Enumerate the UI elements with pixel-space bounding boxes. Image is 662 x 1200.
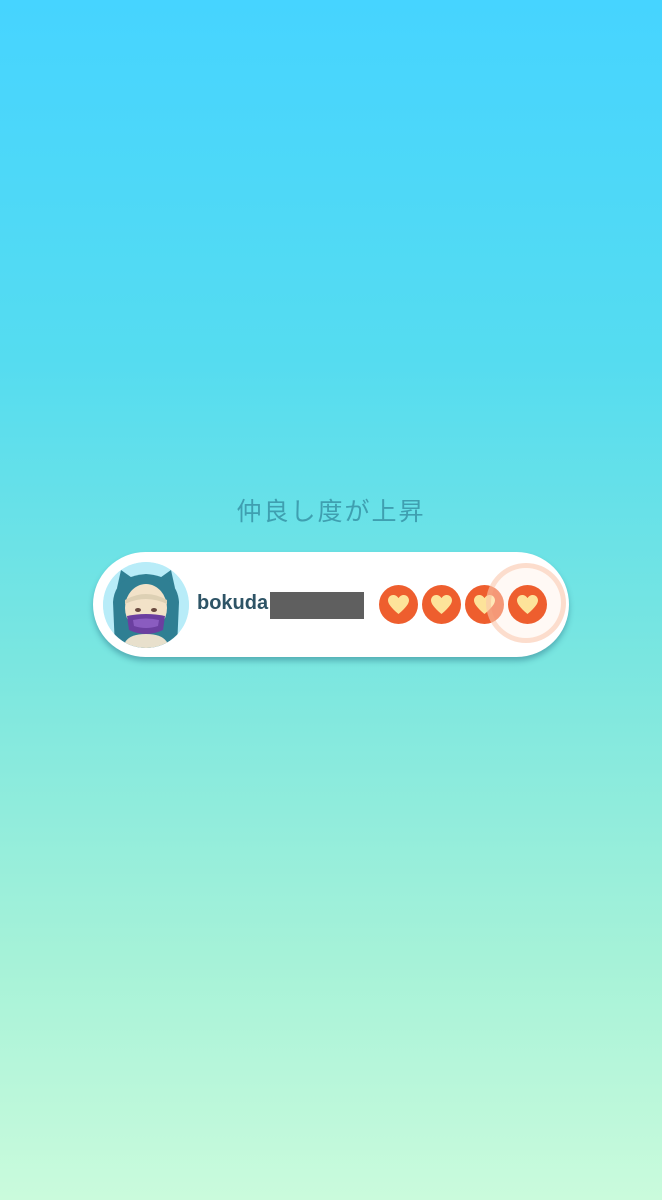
friendship-heart-1 bbox=[379, 585, 418, 624]
friendship-level-up-title: 仲良し度が上昇 bbox=[236, 497, 426, 526]
new-heart-glow-ring bbox=[486, 563, 566, 643]
friend-username: bokuda bbox=[197, 592, 269, 614]
heart-icon bbox=[431, 594, 452, 615]
heart-icon bbox=[388, 594, 409, 615]
username-redaction-bar bbox=[270, 592, 364, 619]
snorlax-hood-avatar-icon bbox=[103, 562, 189, 648]
avatar bbox=[103, 562, 189, 648]
friend-card[interactable]: bokuda bbox=[93, 552, 569, 657]
friendship-heart-2 bbox=[422, 585, 461, 624]
